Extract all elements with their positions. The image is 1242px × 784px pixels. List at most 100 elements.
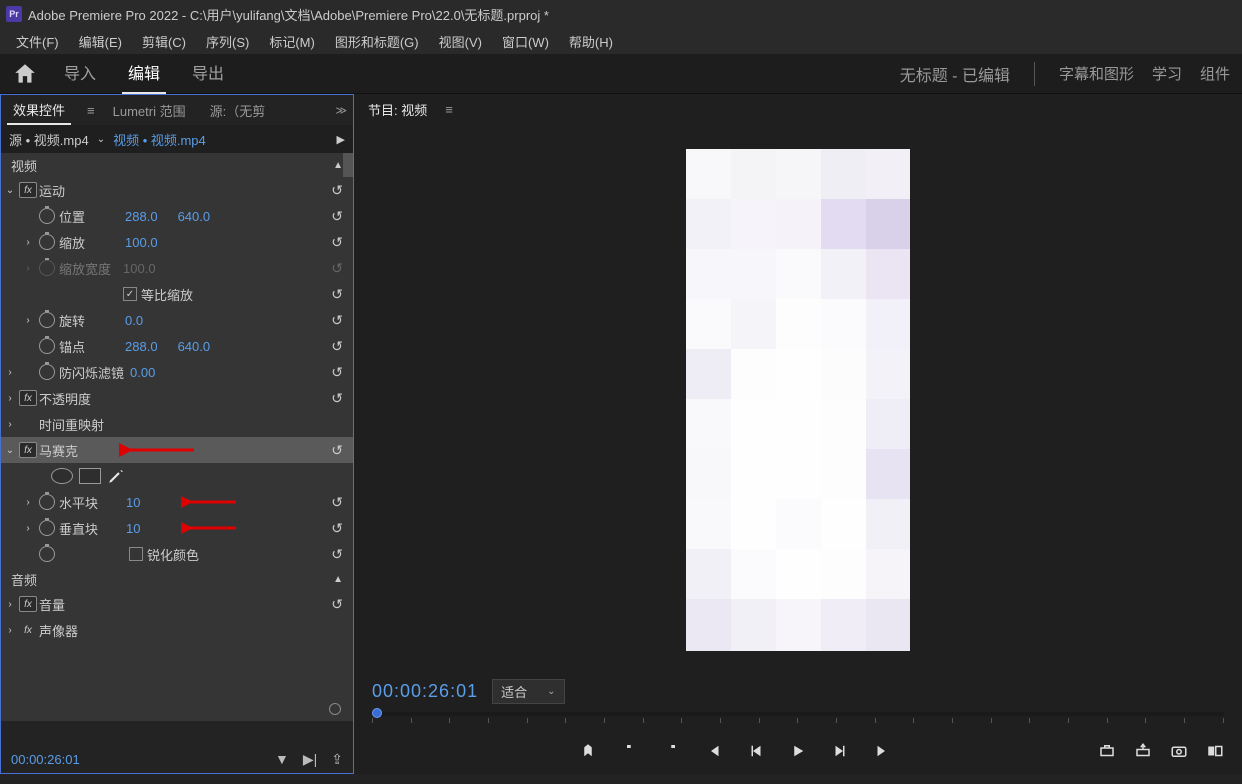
program-timecode[interactable]: 00:00:26:01 (372, 681, 478, 702)
reset-icon[interactable]: ↺ (331, 546, 343, 563)
fx-badge-icon[interactable]: fx (19, 622, 37, 638)
uniform-scale-checkbox[interactable]: ✓ (123, 287, 137, 301)
workspace-link-captions[interactable]: 字幕和图形 (1059, 63, 1134, 84)
keyframe-nav-icon[interactable]: ▶| (303, 751, 317, 768)
position-x-value[interactable]: 288.0 (125, 209, 158, 224)
zoom-dropdown[interactable]: 适合 ⌄ (492, 679, 564, 704)
reset-icon[interactable]: ↺ (331, 494, 343, 511)
stopwatch-icon[interactable] (39, 494, 55, 510)
effect-time-remap[interactable]: › 时间重映射 (1, 411, 353, 437)
expand-icon[interactable]: › (19, 497, 37, 508)
effect-opacity[interactable]: › fx 不透明度 ↺ (1, 385, 353, 411)
antiflicker-value[interactable]: 0.00 (130, 365, 155, 380)
fx-badge-icon[interactable]: fx (19, 182, 37, 198)
step-back-icon[interactable] (747, 742, 765, 765)
workspace-link-learn[interactable]: 学习 (1152, 63, 1182, 84)
fx-badge-icon[interactable]: fx (19, 390, 37, 406)
reset-icon[interactable]: ↺ (331, 390, 343, 407)
export-frame-icon[interactable] (1170, 742, 1188, 765)
add-marker-icon[interactable] (579, 742, 597, 765)
stopwatch-icon[interactable] (39, 338, 55, 354)
panel-menu-icon[interactable]: ≡ (445, 102, 453, 117)
tab-lumetri-scopes[interactable]: Lumetri 范围 (107, 97, 192, 124)
play-icon[interactable] (789, 742, 807, 765)
menu-marker[interactable]: 标记(M) (259, 28, 325, 55)
workspace-tab-export[interactable]: 导出 (186, 52, 230, 95)
panel-menu-icon[interactable]: ≡ (87, 103, 95, 118)
stopwatch-icon[interactable] (39, 364, 55, 380)
menu-view[interactable]: 视图(V) (429, 28, 492, 55)
extract-icon[interactable] (1134, 742, 1152, 765)
program-tab[interactable]: 节目: 视频 (364, 98, 431, 121)
anchor-y-value[interactable]: 640.0 (178, 339, 211, 354)
stopwatch-icon[interactable] (39, 312, 55, 328)
play-triangle-icon[interactable]: ▶ (337, 133, 345, 146)
rotation-value[interactable]: 0.0 (125, 313, 143, 328)
anchor-x-value[interactable]: 288.0 (125, 339, 158, 354)
home-icon[interactable] (12, 61, 38, 87)
mark-out-icon[interactable] (663, 742, 681, 765)
reset-icon[interactable]: ↺ (331, 286, 343, 303)
menu-help[interactable]: 帮助(H) (559, 28, 623, 55)
mask-ellipse-icon[interactable] (51, 468, 73, 484)
menu-file[interactable]: 文件(F) (6, 28, 69, 55)
program-viewer[interactable] (354, 124, 1242, 676)
reset-icon[interactable]: ↺ (331, 312, 343, 329)
mask-pen-icon[interactable] (107, 467, 125, 485)
sharpen-colors-checkbox[interactable] (129, 547, 143, 561)
reset-icon[interactable]: ↺ (331, 182, 343, 199)
expand-icon[interactable]: ⌄ (1, 445, 19, 456)
expand-icon[interactable]: › (1, 599, 19, 610)
collapse-up-icon[interactable]: ▲ (333, 160, 343, 171)
expand-icon[interactable]: › (1, 625, 19, 636)
reset-icon[interactable]: ↺ (331, 208, 343, 225)
mask-rect-icon[interactable] (79, 468, 101, 484)
reset-icon[interactable]: ↺ (331, 596, 343, 613)
fx-badge-icon[interactable]: fx (19, 596, 37, 612)
expand-icon[interactable]: › (1, 367, 19, 378)
menu-window[interactable]: 窗口(W) (492, 28, 559, 55)
stopwatch-icon[interactable] (39, 208, 55, 224)
stopwatch-icon[interactable] (39, 234, 55, 250)
scale-value[interactable]: 100.0 (125, 235, 158, 250)
source-dropdown-icon[interactable]: ⌄ (97, 134, 105, 145)
expand-icon[interactable]: › (19, 523, 37, 534)
stopwatch-icon[interactable] (39, 546, 55, 562)
effect-volume[interactable]: › fx 音量 ↺ (1, 591, 353, 617)
expand-icon[interactable]: ⌄ (1, 185, 19, 196)
source-sequence-label[interactable]: 视频 • 视频.mp4 (113, 130, 206, 149)
fx-badge-icon[interactable]: fx (19, 442, 37, 458)
position-y-value[interactable]: 640.0 (178, 209, 211, 224)
playhead-knob[interactable] (372, 708, 382, 718)
comparison-view-icon[interactable] (1206, 742, 1224, 765)
menu-edit[interactable]: 编辑(E) (69, 28, 132, 55)
section-video[interactable]: 视频 ▲ (1, 153, 353, 177)
panel-overflow-icon[interactable]: ≫ (335, 104, 347, 117)
reset-icon[interactable]: ↺ (331, 520, 343, 537)
expand-icon[interactable]: › (1, 393, 19, 404)
go-to-out-icon[interactable] (873, 742, 891, 765)
section-audio[interactable]: 音频 ▲ (1, 567, 353, 591)
stopwatch-icon[interactable] (39, 520, 55, 536)
menu-sequence[interactable]: 序列(S) (196, 28, 259, 55)
expand-icon[interactable]: › (19, 263, 37, 274)
expand-icon[interactable]: › (19, 237, 37, 248)
effect-panner[interactable]: › fx 声像器 (1, 617, 353, 643)
reset-icon[interactable]: ↺ (331, 364, 343, 381)
reset-icon[interactable]: ↺ (331, 234, 343, 251)
tab-effect-controls[interactable]: 效果控件 (7, 96, 71, 125)
tab-source[interactable]: 源:（无剪 (204, 97, 272, 124)
workspace-tab-import[interactable]: 导入 (58, 52, 102, 95)
workspace-tab-edit[interactable]: 编辑 (122, 52, 166, 95)
export-icon[interactable]: ⇪ (331, 751, 343, 768)
expand-icon[interactable]: › (19, 315, 37, 326)
expand-icon[interactable]: › (1, 419, 19, 430)
go-to-in-icon[interactable] (705, 742, 723, 765)
menu-graphics[interactable]: 图形和标题(G) (325, 28, 429, 55)
collapse-up-icon[interactable]: ▲ (333, 574, 343, 585)
panel-circle-icon[interactable] (329, 703, 341, 715)
workspace-link-assembly[interactable]: 组件 (1200, 63, 1230, 84)
menu-clip[interactable]: 剪辑(C) (132, 28, 196, 55)
reset-icon[interactable]: ↺ (331, 442, 343, 459)
effect-controls-timecode[interactable]: 00:00:26:01 (11, 752, 80, 767)
